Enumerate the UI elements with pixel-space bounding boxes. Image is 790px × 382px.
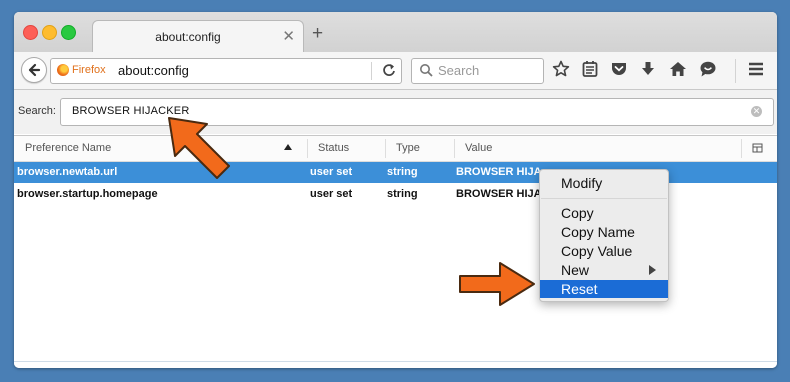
pocket-icon[interactable]: [610, 60, 628, 78]
pref-value: BROWSER HIJA: [456, 166, 542, 178]
pref-name: browser.newtab.url: [17, 166, 118, 178]
config-search-label: Search:: [18, 105, 56, 117]
menu-item-new[interactable]: New: [540, 261, 668, 279]
pref-name: browser.startup.homepage: [17, 188, 158, 200]
menu-item-copy[interactable]: Copy: [540, 204, 668, 222]
menu-item-copy-name[interactable]: Copy Name: [540, 223, 668, 241]
chat-icon[interactable]: [699, 60, 717, 78]
back-button[interactable]: [21, 57, 47, 83]
column-divider[interactable]: [741, 139, 742, 158]
table-bottom-border: [14, 361, 777, 362]
tab-close-icon[interactable]: ✕: [282, 27, 295, 45]
home-icon[interactable]: [669, 60, 687, 78]
menu-item-label: Reset: [561, 281, 598, 297]
reload-icon[interactable]: [380, 61, 398, 79]
url-bar[interactable]: Firefox about:config: [50, 58, 402, 84]
context-menu: Modify Copy Copy Name Copy Value New Res…: [539, 169, 669, 302]
column-header-value[interactable]: Value: [465, 142, 492, 154]
config-filter-row: Search: BROWSER HIJACKER ✕: [14, 90, 777, 134]
menu-separator: [541, 198, 667, 199]
menu-item-reset[interactable]: Reset: [540, 280, 668, 298]
menu-item-copy-value[interactable]: Copy Value: [540, 242, 668, 260]
column-divider[interactable]: [307, 139, 308, 158]
pref-status: user set: [310, 166, 353, 178]
pref-type: string: [387, 166, 418, 178]
menu-icon[interactable]: [747, 60, 765, 78]
urlbar-divider: [371, 62, 372, 80]
annotation-arrow-search: [168, 117, 230, 179]
bookmark-star-icon[interactable]: [552, 60, 570, 78]
download-icon[interactable]: [639, 60, 657, 78]
toolbar-divider: [735, 59, 736, 83]
submenu-arrow-icon: [649, 265, 656, 275]
url-input[interactable]: about:config: [118, 63, 189, 78]
table-header: Preference Name Status Type Value: [14, 136, 777, 162]
menu-item-modify[interactable]: Modify: [540, 174, 668, 192]
column-header-type[interactable]: Type: [396, 142, 420, 154]
column-divider[interactable]: [385, 139, 386, 158]
new-tab-button[interactable]: +: [312, 24, 323, 43]
tab-about-config[interactable]: about:config ✕: [92, 20, 304, 54]
back-arrow-icon: [28, 63, 41, 77]
menu-item-label: Copy Value: [561, 243, 633, 259]
clear-search-icon[interactable]: ✕: [751, 106, 762, 117]
menu-item-label: New: [561, 262, 590, 278]
tab-title: about:config: [155, 30, 221, 44]
pref-value: BROWSER HIJA: [456, 188, 542, 200]
search-icon: [420, 64, 433, 77]
window-zoom-button[interactable]: [61, 25, 76, 40]
sort-ascending-icon: [284, 144, 292, 150]
search-bar[interactable]: Search: [411, 58, 544, 84]
annotation-arrow-reset: [459, 262, 535, 306]
pref-type: string: [387, 188, 418, 200]
window-minimize-button[interactable]: [42, 25, 57, 40]
column-header-preference-name[interactable]: Preference Name: [25, 142, 111, 154]
column-picker-icon[interactable]: [752, 143, 764, 154]
reading-list-icon[interactable]: [581, 60, 599, 78]
navigation-toolbar: Firefox about:config Search: [14, 52, 777, 90]
pref-status: user set: [310, 188, 353, 200]
identity-label[interactable]: Firefox: [72, 64, 106, 76]
search-placeholder: Search: [438, 63, 480, 78]
column-header-status[interactable]: Status: [318, 142, 349, 154]
menu-item-label: Modify: [561, 175, 603, 191]
menu-item-label: Copy Name: [561, 224, 635, 240]
tab-strip: about:config ✕ +: [14, 12, 777, 54]
firefox-icon: [57, 64, 69, 76]
column-divider[interactable]: [454, 139, 455, 158]
menu-item-label: Copy: [561, 205, 594, 221]
window-close-button[interactable]: [23, 25, 38, 40]
